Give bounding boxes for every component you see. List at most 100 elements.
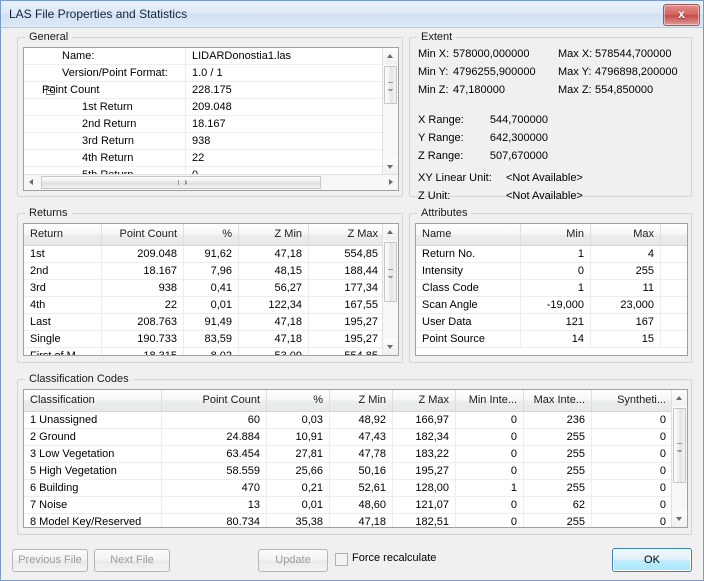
extent-group: Extent Min X: 578000,000000 Max X: 578544,7…: [409, 31, 692, 202]
general-tree-row[interactable]: 3rd Return 938: [24, 133, 382, 150]
table-cell: 0: [456, 412, 524, 428]
table-cell: 195,27: [344, 316, 378, 328]
attributes-group: Attributes Name Min Max Return No. 1 4 Intens…: [409, 207, 692, 363]
table-row[interactable]: 2 Ground 24.884 10,91 47,43 182,34 0 255 0: [24, 429, 671, 446]
update-button[interactable]: Update: [258, 549, 328, 572]
column-header[interactable]: Z Max: [309, 224, 384, 245]
table-cell: -19,000: [521, 297, 591, 313]
close-button[interactable]: x: [663, 4, 700, 26]
scrollbar-thumb[interactable]: [384, 242, 397, 302]
classification-table-body[interactable]: 1 Unassigned 60 0,03 48,92 166,97 0 236 0 2 Grou…: [24, 412, 671, 527]
general-horizontal-scrollbar[interactable]: [24, 174, 398, 190]
table-cell: 0: [456, 446, 524, 462]
table-cell: 128,00: [393, 480, 456, 496]
next-file-button[interactable]: Next File: [94, 549, 170, 572]
force-recalculate-checkbox[interactable]: [335, 553, 348, 566]
table-cell: 47,18: [239, 331, 309, 347]
table-cell: 0: [659, 465, 666, 477]
previous-file-button[interactable]: Previous File: [12, 549, 88, 572]
attributes-table[interactable]: Name Min Max Return No. 1 4 Intensity 0 255 Clas…: [415, 223, 688, 356]
table-row[interactable]: 3 Low Vegetation 63.454 27,81 47,78 183,22 0 2…: [24, 446, 671, 463]
extent-min-label: Min Z:: [418, 84, 449, 96]
column-divider: [185, 167, 186, 174]
scrollbar-thumb[interactable]: [384, 66, 397, 104]
column-header[interactable]: Point Count: [162, 390, 267, 411]
extent-min-value: 47,180000: [453, 84, 505, 96]
table-row[interactable]: Single 190.733 83,59 47,18 195,27: [24, 331, 382, 348]
column-header[interactable]: Name: [416, 224, 521, 245]
table-row[interactable]: 7 Noise 13 0,01 48,60 121,07 0 62 0: [24, 497, 671, 514]
table-cell: 0: [659, 516, 666, 527]
column-header[interactable]: Z Max: [393, 390, 456, 411]
returns-table-body[interactable]: 1st 209.048 91,62 47,18 554,85 2nd 18.167 7,96 4…: [24, 246, 382, 355]
table-row[interactable]: User Data 121 167: [416, 314, 687, 331]
scroll-down-arrow-icon[interactable]: [672, 511, 687, 527]
column-header[interactable]: Point Count: [102, 224, 184, 245]
attributes-table-body[interactable]: Return No. 1 4 Intensity 0 255 Class Code 1 11 Sc…: [416, 246, 687, 355]
scroll-left-arrow-icon[interactable]: [24, 175, 40, 190]
general-tree-row[interactable]: 4th Return 22: [24, 150, 382, 167]
table-row[interactable]: Scan Angle -19,000 23,000: [416, 297, 687, 314]
general-tree-row[interactable]: Point Count 228.175: [24, 82, 382, 99]
table-row[interactable]: 5 High Vegetation 58.559 25,66 50,16 195,27 0…: [24, 463, 671, 480]
table-row[interactable]: 6 Building 470 0,21 52,61 128,00 1 255 0: [24, 480, 671, 497]
table-cell: 188,44: [344, 265, 378, 277]
scroll-up-arrow-icon[interactable]: [672, 390, 687, 406]
table-cell: 208.763: [102, 314, 184, 330]
general-tree[interactable]: Name: LIDARDonostia1.las Version/Point For…: [24, 48, 382, 174]
scroll-up-arrow-icon[interactable]: [383, 48, 398, 64]
scroll-down-arrow-icon[interactable]: [383, 159, 398, 175]
table-cell: 15: [591, 331, 661, 347]
column-header[interactable]: Syntheti...: [592, 390, 672, 411]
column-divider: [185, 150, 186, 166]
table-row[interactable]: 2nd 18.167 7,96 48,15 188,44: [24, 263, 382, 280]
table-cell: 236: [524, 412, 592, 428]
general-tree-row[interactable]: Version/Point Format: 1.0 / 1: [24, 65, 382, 82]
table-cell: 47,18: [330, 514, 393, 527]
column-divider: [185, 48, 186, 64]
column-header[interactable]: %: [267, 390, 330, 411]
table-row[interactable]: Point Source 14 15: [416, 331, 687, 348]
table-row[interactable]: Intensity 0 255: [416, 263, 687, 280]
table-row[interactable]: Return No. 1 4: [416, 246, 687, 263]
table-row[interactable]: First of M...18.3158,0253,09554,85: [24, 348, 382, 355]
column-header[interactable]: Max Inte...: [524, 390, 592, 411]
column-header[interactable]: Z Min: [330, 390, 393, 411]
ok-button[interactable]: OK: [612, 548, 692, 572]
table-row[interactable]: 8 Model Key/Reserved 80.734 35,38 47,18 182,…: [24, 514, 671, 527]
table-cell: 0: [659, 482, 666, 494]
table-cell: 938: [102, 280, 184, 296]
table-row[interactable]: 4th 22 0,01 122,34 167,55: [24, 297, 382, 314]
table-row[interactable]: Class Code 1 11: [416, 280, 687, 297]
table-row[interactable]: 1st 209.048 91,62 47,18 554,85: [24, 246, 382, 263]
column-header[interactable]: Min Inte...: [456, 390, 524, 411]
general-tree-row[interactable]: Name: LIDARDonostia1.las: [24, 48, 382, 65]
column-header[interactable]: Classification: [24, 390, 162, 411]
column-header[interactable]: Max: [591, 224, 661, 245]
general-tree-row[interactable]: 2nd Return 18.167: [24, 116, 382, 133]
table-row[interactable]: 3rd 938 0,41 56,27 177,34: [24, 280, 382, 297]
column-header[interactable]: %: [184, 224, 239, 245]
table-row[interactable]: 1 Unassigned 60 0,03 48,92 166,97 0 236 0: [24, 412, 671, 429]
general-vertical-scrollbar[interactable]: [382, 48, 398, 175]
table-row[interactable]: Last 208.763 91,49 47,18 195,27: [24, 314, 382, 331]
scroll-up-arrow-icon[interactable]: [383, 224, 398, 240]
returns-table[interactable]: Return Point Count% Z Min Z Max 1st 209.048 9…: [23, 223, 399, 356]
extent-max-label: Max Z:: [558, 84, 592, 96]
classification-table[interactable]: Classification Point Count% Z Min Z Max Min …: [23, 389, 688, 528]
table-cell: 470: [162, 480, 267, 496]
column-header[interactable]: Min: [521, 224, 591, 245]
column-header[interactable]: Z Min: [239, 224, 309, 245]
general-tree-row[interactable]: 1st Return 209.048: [24, 99, 382, 116]
scrollbar-thumb[interactable]: [41, 176, 321, 189]
general-tree-row[interactable]: 5th Return0: [24, 167, 382, 174]
returns-vertical-scrollbar[interactable]: [382, 224, 398, 355]
scroll-right-arrow-icon[interactable]: [382, 175, 398, 190]
scrollbar-thumb[interactable]: [673, 408, 686, 483]
general-listview[interactable]: Name: LIDARDonostia1.las Version/Point For…: [23, 47, 399, 191]
scroll-down-arrow-icon[interactable]: [383, 339, 398, 355]
column-header[interactable]: Return: [24, 224, 102, 245]
column-header[interactable]: [661, 224, 687, 245]
table-cell: 91,49: [184, 314, 239, 330]
classification-vertical-scrollbar[interactable]: [671, 390, 687, 527]
